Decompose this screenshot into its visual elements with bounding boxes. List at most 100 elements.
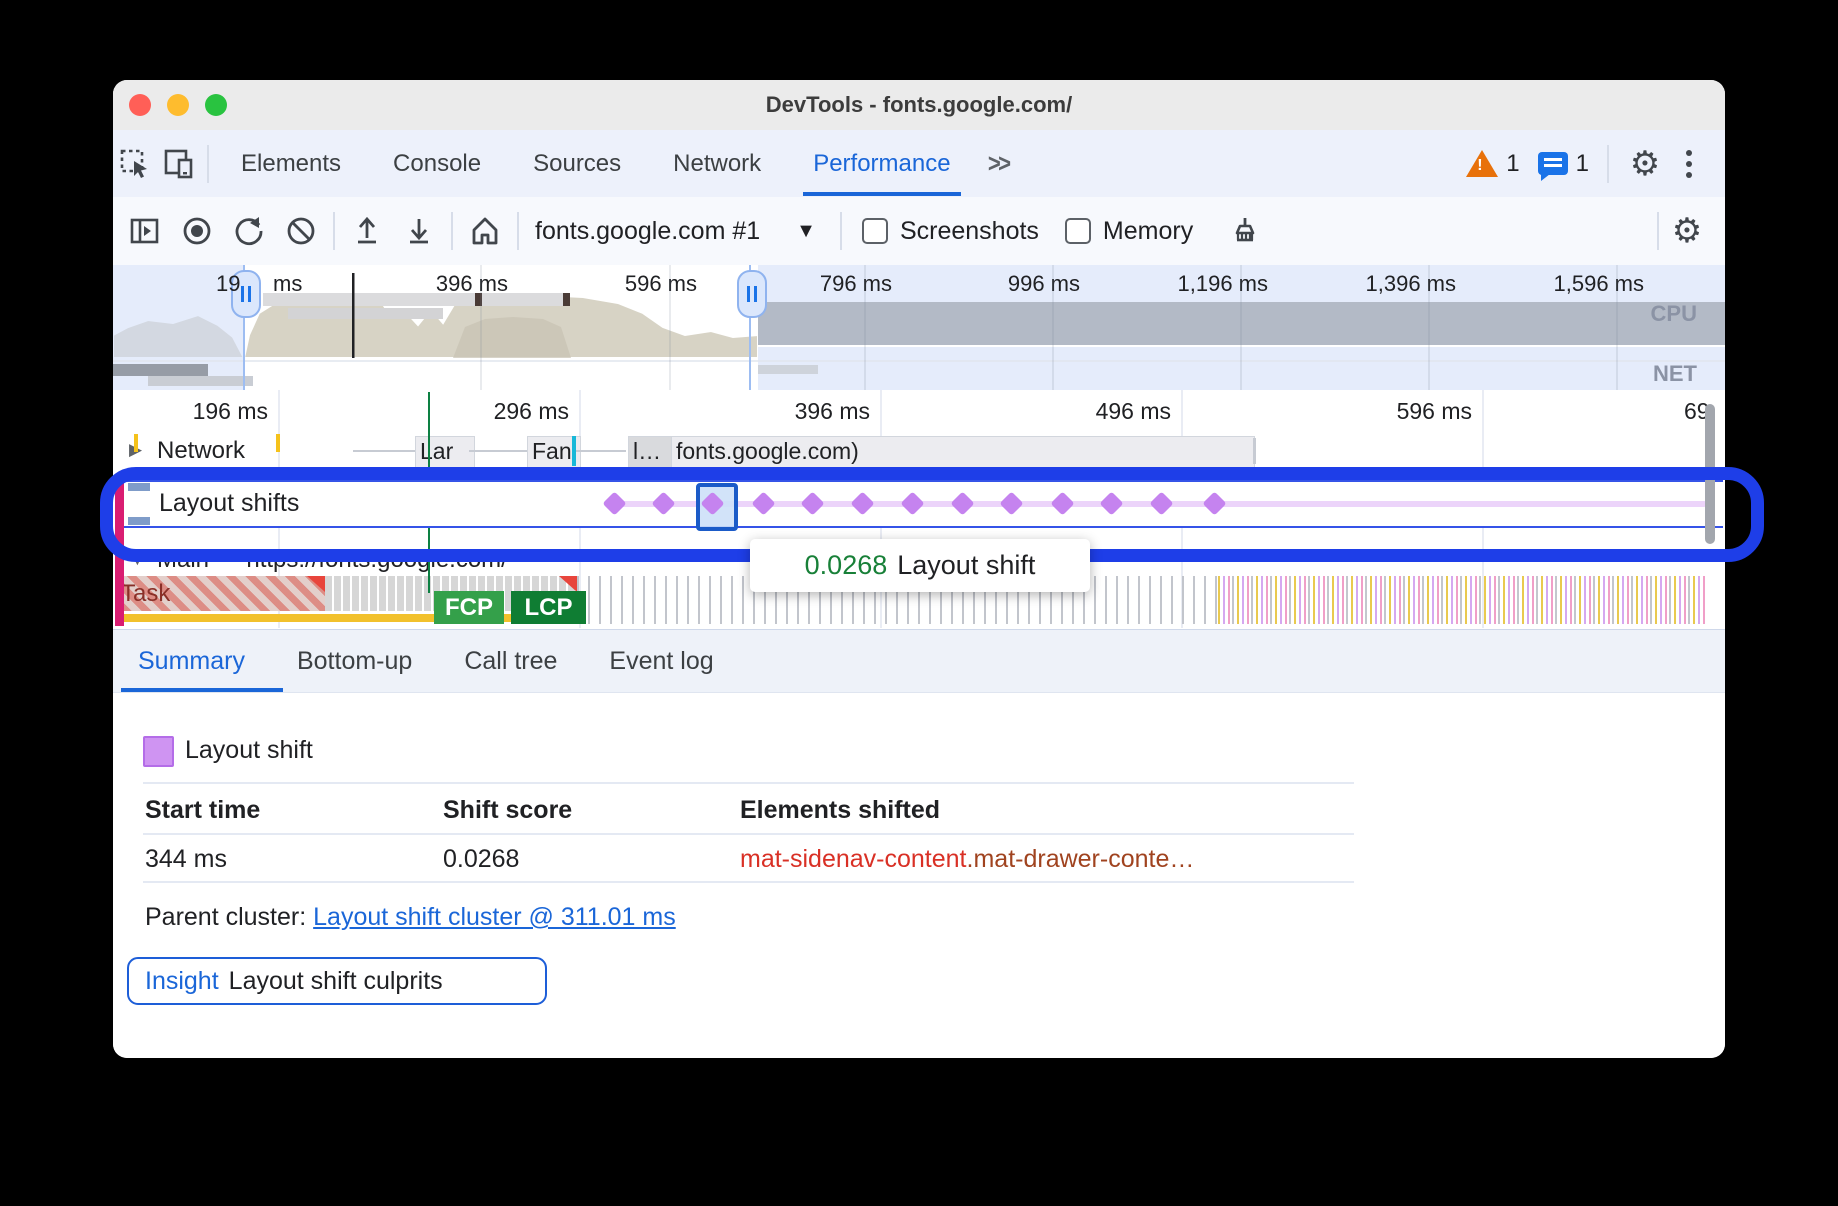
insight-button[interactable]: Insight Layout shift culprits (127, 957, 547, 1005)
upload-profile-icon[interactable] (341, 214, 393, 248)
network-connector (353, 450, 415, 452)
layout-shift-diamond[interactable] (751, 491, 775, 515)
parent-cluster-row: Parent cluster: Layout shift cluster @ 3… (145, 903, 676, 932)
screenshots-checkbox[interactable] (862, 218, 888, 244)
element-class: .mat-drawer-conte… (967, 845, 1195, 873)
layout-shift-diamond[interactable] (1050, 491, 1074, 515)
long-task-corner (307, 576, 325, 592)
col-start-time: Start time (145, 796, 260, 825)
activity-tick-cluster (1218, 576, 1705, 624)
element-tag[interactable]: mat-sidenav-content (740, 845, 967, 873)
network-connector (469, 450, 527, 452)
overview-first-label-pre: 19 (216, 271, 240, 297)
layout-shifts-track[interactable]: Layout shifts (115, 480, 1723, 528)
layout-shift-diamond[interactable] (1149, 491, 1173, 515)
memory-checkbox[interactable] (1065, 218, 1091, 244)
network-track[interactable]: ▶ Network Lar Fan l… fonts.google.com) (113, 434, 1725, 469)
divider (207, 145, 209, 183)
tab-network[interactable]: Network (647, 132, 787, 196)
devtools-window: DevTools - fonts.google.com/ Elements Co… (113, 80, 1725, 1058)
tab-performance[interactable]: Performance (787, 132, 976, 196)
tab-bottom-up[interactable]: Bottom-up (297, 647, 412, 676)
layout-shift-diamond[interactable] (800, 491, 824, 515)
divider (333, 212, 335, 250)
track-corner-chip (128, 517, 150, 525)
parent-cluster-link[interactable]: Layout shift cluster @ 311.01 ms (313, 903, 676, 931)
col-shift-score: Shift score (443, 796, 572, 825)
timeline-tracks[interactable]: 196 ms296 ms396 ms496 ms596 ms69 ▶ Netwo… (113, 390, 1725, 628)
summary-pane: Layout shift Start time Shift score Elem… (113, 693, 1725, 1058)
divider (1657, 212, 1659, 250)
screenshots-toggle[interactable]: Screenshots (862, 217, 1065, 246)
insight-label: Layout shift culprits (229, 967, 443, 996)
net-strip-label: NET (1653, 361, 1697, 387)
record-icon[interactable] (171, 214, 223, 248)
divider (451, 212, 453, 250)
timeline-overview[interactable]: 396 ms596 ms796 ms996 ms1,196 ms1,396 ms… (113, 265, 1725, 391)
fcp-badge[interactable]: FCP (434, 591, 504, 624)
layout-shift-diamond[interactable] (602, 491, 626, 515)
overview-right-handle[interactable] (737, 270, 767, 318)
warning-count: 1 (1506, 150, 1519, 178)
reload-record-icon[interactable] (223, 214, 275, 248)
parent-cluster-label: Parent cluster: (145, 903, 313, 931)
chevron-right-icon: >> (988, 148, 1009, 179)
diamond-layer (115, 482, 1723, 526)
overview-separator (864, 265, 866, 390)
tab-event-log[interactable]: Event log (609, 647, 713, 676)
ruler-tick-label: 396 ms (720, 398, 870, 425)
screenshots-label: Screenshots (900, 217, 1039, 246)
layout-shift-diamond[interactable] (850, 491, 874, 515)
task-bar-label: Task (121, 580, 170, 608)
lcp-badge[interactable]: LCP (511, 591, 586, 624)
long-task-corner (559, 576, 577, 592)
tracks-scrollbar-thumb[interactable] (1705, 404, 1715, 544)
issues-icon[interactable] (1538, 152, 1568, 175)
clear-icon[interactable] (275, 214, 327, 248)
col-elements-shifted: Elements shifted (740, 796, 940, 825)
layout-shift-diamond[interactable] (1202, 491, 1226, 515)
cell-elements-shifted[interactable]: mat-sidenav-content.mat-drawer-conte… (740, 845, 1194, 874)
overview-separator (480, 265, 482, 390)
warning-icon[interactable]: ! (1466, 150, 1498, 177)
network-request-bar[interactable]: fonts.google.com) (671, 436, 1255, 468)
layout-shift-diamond[interactable] (900, 491, 924, 515)
download-profile-icon[interactable] (393, 214, 445, 248)
tab-elements[interactable]: Elements (215, 132, 367, 196)
settings-gear-icon[interactable]: ⚙ (1623, 147, 1667, 181)
kebab-menu-icon[interactable] (1667, 150, 1711, 178)
tab-sources[interactable]: Sources (507, 132, 647, 196)
layout-shift-legend-label: Layout shift (185, 736, 313, 765)
collapse-triangle-icon[interactable]: ▼ (129, 550, 146, 570)
garbage-collect-icon[interactable] (1219, 214, 1271, 248)
inspect-element-icon[interactable] (113, 148, 157, 180)
divider (143, 782, 1354, 784)
network-track-label: Network (157, 437, 245, 465)
capture-settings-gear-icon[interactable]: ⚙ (1665, 214, 1709, 248)
network-connector (576, 450, 626, 452)
more-tabs-icon[interactable]: >> (977, 148, 1021, 179)
session-select[interactable]: fonts.google.com #1 (535, 217, 760, 246)
layout-shift-diamond[interactable] (651, 491, 675, 515)
chevron-down-icon[interactable]: ▼ (796, 220, 816, 243)
home-icon[interactable] (459, 214, 511, 248)
layout-shift-diamond[interactable] (999, 491, 1023, 515)
cell-shift-score: 0.0268 (443, 845, 519, 874)
toggle-sidebar-icon[interactable] (119, 215, 171, 247)
network-request-bar[interactable]: l… (628, 436, 674, 468)
layout-shift-tooltip: 0.0268 Layout shift (750, 539, 1090, 592)
title-bar: DevTools - fonts.google.com/ (113, 80, 1725, 131)
overview-separator (1616, 265, 1618, 390)
track-left-stripe (115, 480, 124, 626)
layout-shift-diamond[interactable] (1099, 491, 1123, 515)
tab-summary[interactable]: Summary (138, 647, 245, 676)
ruler-tick-label: 596 ms (1322, 398, 1472, 425)
tab-console[interactable]: Console (367, 132, 507, 196)
device-toolbar-icon[interactable] (157, 148, 201, 180)
layout-shift-diamond[interactable] (950, 491, 974, 515)
tab-call-tree[interactable]: Call tree (464, 647, 557, 676)
network-request-bar[interactable]: Lar (415, 436, 475, 468)
memory-toggle[interactable]: Memory (1065, 217, 1219, 246)
memory-label: Memory (1103, 217, 1193, 246)
performance-toolbar: fonts.google.com #1 ▼ Screenshots Memory… (113, 197, 1725, 266)
